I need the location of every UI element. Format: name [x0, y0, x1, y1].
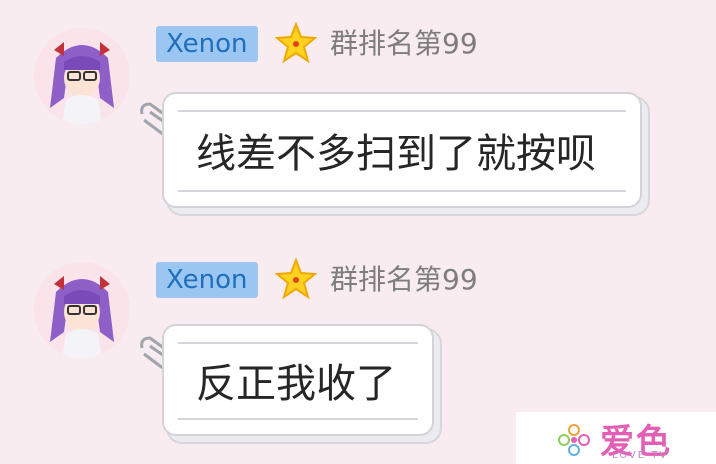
- sender-name-tag[interactable]: Xenon: [156, 262, 258, 298]
- chat-message: Xenon 群排名第99 线差不多扫到了就按呗: [0, 0, 716, 230]
- watermark: 爱色 LOVE TV: [516, 412, 716, 464]
- message-bubble[interactable]: 反正我收了: [162, 324, 434, 436]
- watermark-sub-text: LOVE TV: [612, 450, 669, 461]
- group-rank-label: 群排名第99: [330, 263, 478, 296]
- avatar[interactable]: [34, 28, 130, 124]
- star-icon: [275, 22, 317, 64]
- avatar[interactable]: [34, 262, 130, 358]
- sender-name-tag[interactable]: Xenon: [156, 26, 258, 62]
- anime-avatar-icon: [34, 28, 130, 124]
- message-bubble[interactable]: 线差不多扫到了就按呗: [162, 92, 642, 208]
- flower-logo-icon: [558, 424, 590, 456]
- star-icon: [275, 258, 317, 300]
- group-rank-label: 群排名第99: [330, 27, 478, 60]
- anime-avatar-icon: [34, 262, 130, 358]
- message-text: 线差不多扫到了就按呗: [196, 131, 596, 177]
- message-text: 反正我收了: [196, 361, 396, 407]
